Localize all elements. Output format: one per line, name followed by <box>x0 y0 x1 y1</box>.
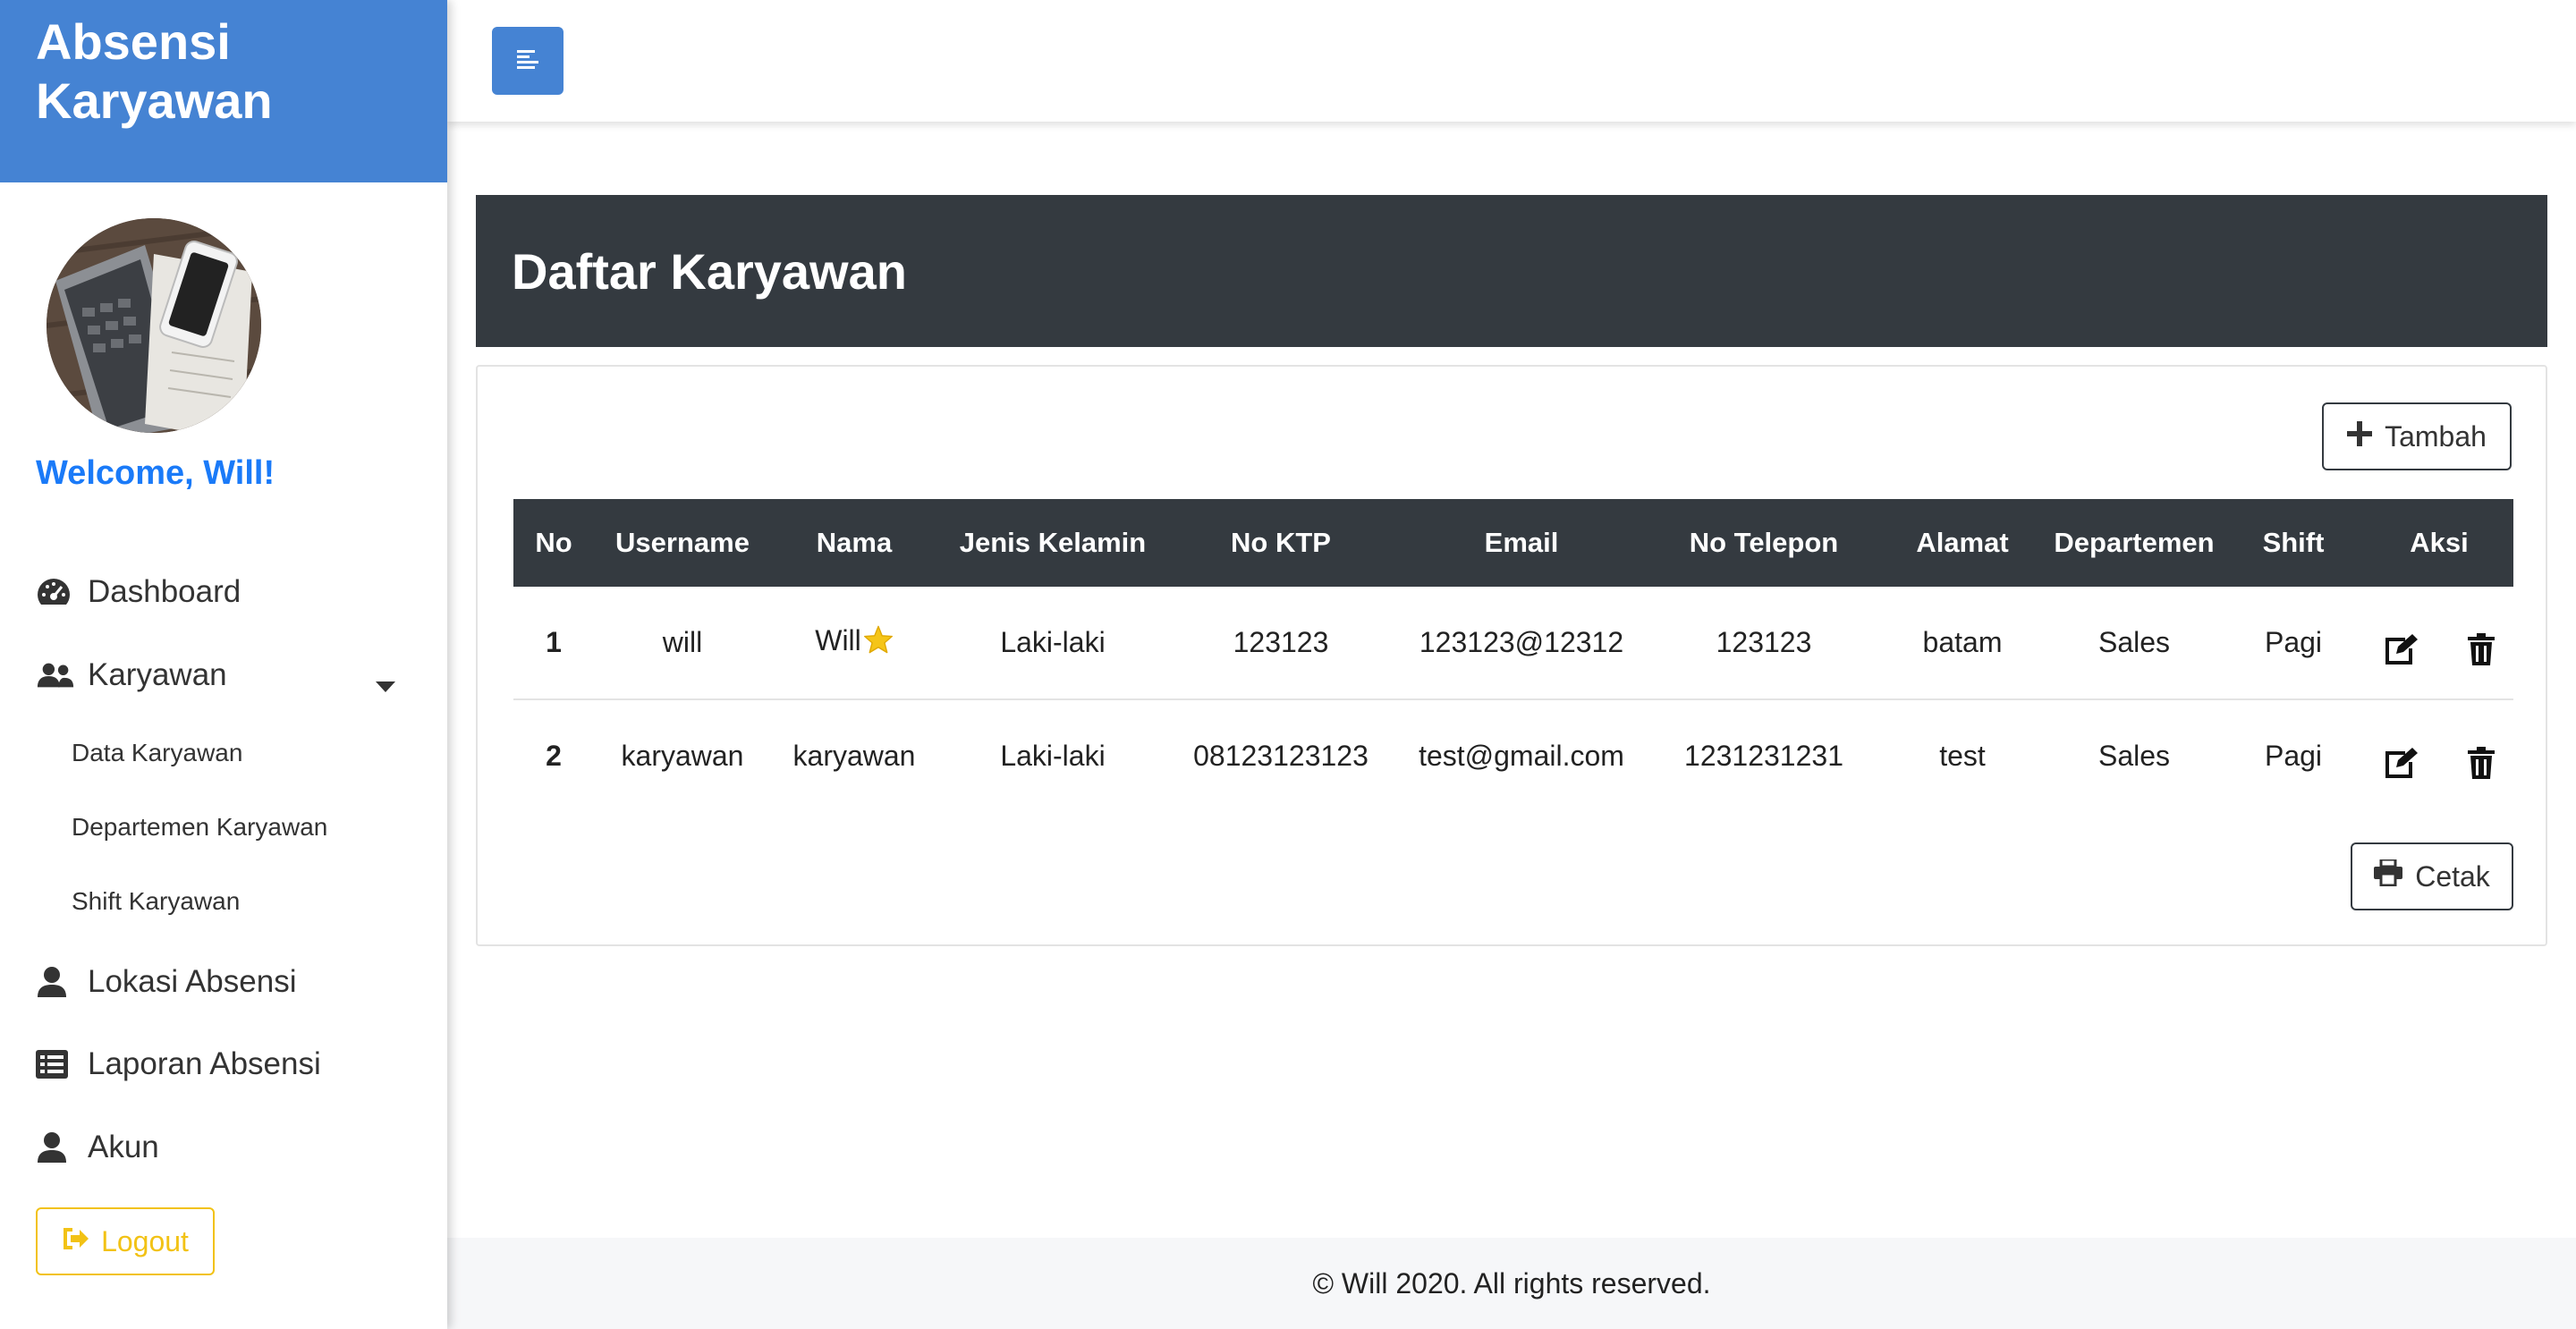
sidebar-item-dashboard[interactable]: Dashboard <box>36 565 241 619</box>
sidebar: Absensi Karyawan Welcome, Will! Dashboar… <box>0 0 447 1329</box>
sidebar-item-karyawan[interactable]: Karyawan <box>36 648 411 702</box>
sidebar-item-label: Akun <box>88 1130 159 1164</box>
column-header-aksi: Aksi <box>2410 527 2469 558</box>
cell-email: 123123@12312 <box>1419 626 1624 658</box>
cell-email: test@gmail.com <box>1419 740 1624 772</box>
star-icon <box>863 625 894 661</box>
cell-shift: Pagi <box>2264 626 2323 658</box>
column-header-email[interactable]: Email <box>1394 499 1649 587</box>
column-header-no-telepon[interactable]: No Telepon <box>1649 499 1878 587</box>
user-icon <box>36 964 75 1000</box>
cell-no-ktp: 123123 <box>1233 626 1329 658</box>
avatar-image <box>47 218 261 433</box>
users-icon <box>36 657 75 693</box>
footer: © Will 2020. All rights reserved. <box>447 1238 2576 1329</box>
sidebar-item-lokasi-absensi[interactable]: Lokasi Absensi <box>36 955 296 1009</box>
chevron-down-icon <box>376 666 395 702</box>
user-icon <box>36 1130 75 1165</box>
employee-table: No Username Nama Jenis Kelamin No KTP Em… <box>513 499 2513 812</box>
app-title-text: Absensi Karyawan <box>36 13 273 129</box>
cell-aksi <box>2365 587 2513 699</box>
logout-button[interactable]: Logout <box>36 1207 215 1275</box>
table-row: 1 will Will Laki-laki 123123 123123@1231… <box>513 587 2513 699</box>
cell-alamat: test <box>1939 740 1986 772</box>
plus-icon <box>2347 420 2373 453</box>
cell-departemen: Sales <box>2097 626 2171 658</box>
print-button-label: Cetak <box>2415 859 2490 893</box>
sidebar-item-akun[interactable]: Akun <box>36 1121 159 1174</box>
sign-out-icon <box>62 1225 90 1258</box>
page-title: Daftar Karyawan <box>512 242 907 300</box>
column-header-alamat[interactable]: Alamat <box>1878 499 2046 587</box>
table-row: 2 karyawan karyawan Laki-laki 0812312312… <box>513 699 2513 812</box>
app-title[interactable]: Absensi Karyawan <box>0 0 447 182</box>
cell-no: 2 <box>546 740 562 772</box>
add-button[interactable]: Tambah <box>2322 402 2512 470</box>
copyright-text: © Will 2020. All rights reserved. <box>1312 1266 1711 1299</box>
edit-icon[interactable] <box>2384 747 2418 785</box>
menu-icon <box>515 47 540 75</box>
top-bar <box>447 0 2576 122</box>
cell-alamat: batam <box>1922 626 2003 658</box>
print-button[interactable]: Cetak <box>2351 842 2513 910</box>
column-header-shift[interactable]: Shift <box>2222 499 2365 587</box>
column-header-username[interactable]: Username <box>594 499 771 587</box>
cell-jenis-kelamin: Laki-laki <box>1000 740 1106 772</box>
column-header-no[interactable]: No <box>513 499 594 587</box>
nama-text: Will <box>815 624 861 656</box>
sidebar-item-label: Karyawan <box>88 657 227 692</box>
sidebar-subitem-shift-karyawan[interactable]: Shift Karyawan <box>72 887 240 916</box>
cell-jenis-kelamin: Laki-laki <box>1000 626 1106 658</box>
tachometer-icon <box>36 574 75 610</box>
cell-aksi <box>2365 699 2513 812</box>
sidebar-item-label: Lokasi Absensi <box>88 964 297 999</box>
logout-label: Logout <box>101 1224 189 1257</box>
add-button-label: Tambah <box>2385 419 2487 453</box>
column-header-jenis-kelamin[interactable]: Jenis Kelamin <box>937 499 1168 587</box>
cell-nama: karyawan <box>792 740 916 772</box>
print-icon <box>2374 858 2403 893</box>
cell-no: 1 <box>546 626 562 658</box>
employee-card: Tambah No Username Nama Jenis Kelamin No… <box>476 365 2547 946</box>
sidebar-item-label: Laporan Absensi <box>88 1046 321 1081</box>
cell-no-telepon: 1231231231 <box>1684 740 1843 772</box>
sidebar-item-laporan-absensi[interactable]: Laporan Absensi <box>36 1037 321 1091</box>
page-header: Daftar Karyawan <box>476 195 2547 347</box>
cell-username: will <box>662 626 703 658</box>
cell-nama: Will <box>771 587 937 699</box>
sidebar-toggle-button[interactable] <box>492 27 564 95</box>
list-icon <box>36 1046 75 1082</box>
sidebar-subitem-data-karyawan[interactable]: Data Karyawan <box>72 739 242 767</box>
cell-departemen: Sales <box>2097 740 2171 772</box>
cell-shift: Pagi <box>2264 740 2323 772</box>
column-header-departemen[interactable]: Departemen <box>2046 499 2222 587</box>
edit-icon[interactable] <box>2384 633 2418 672</box>
table-header-row: No Username Nama Jenis Kelamin No KTP Em… <box>513 499 2513 587</box>
column-header-nama[interactable]: Nama <box>771 499 937 587</box>
avatar <box>47 218 261 433</box>
welcome-message: Welcome, Will! <box>36 454 275 492</box>
trash-icon[interactable] <box>2468 746 2495 786</box>
column-header-no-ktp[interactable]: No KTP <box>1168 499 1394 587</box>
cell-no-ktp: 08123123123 <box>1193 740 1368 772</box>
cell-username: karyawan <box>621 740 744 772</box>
sidebar-subitem-departemen-karyawan[interactable]: Departemen Karyawan <box>72 813 327 842</box>
trash-icon[interactable] <box>2468 632 2495 673</box>
sidebar-item-label: Dashboard <box>88 574 242 609</box>
cell-no-telepon: 123123 <box>1716 626 1812 658</box>
